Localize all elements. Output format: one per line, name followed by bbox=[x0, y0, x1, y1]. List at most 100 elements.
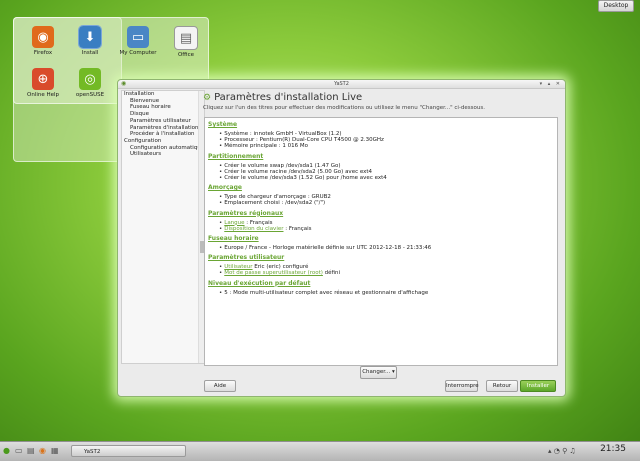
section-item-text: Mémoire principale : 1 016 Mo bbox=[224, 143, 308, 150]
bullet-icon: • bbox=[219, 200, 223, 207]
task-yast[interactable]: YaST2 bbox=[71, 445, 186, 457]
window-titlebar[interactable]: ◉ YaST2 ▾ ▴ ✕ bbox=[118, 80, 565, 89]
bullet-icon: • bbox=[219, 289, 223, 296]
desktop-icon-install[interactable]: ⬇ Install bbox=[70, 25, 110, 56]
lifebuoy-icon: ⊕ bbox=[32, 68, 54, 90]
computer-icon: ▭ bbox=[127, 26, 149, 48]
section-item: • Emplacement choisi : /dev/sda2 ("/") bbox=[205, 200, 557, 206]
sidebar-item[interactable]: Paramètres utilisateur bbox=[122, 118, 204, 125]
page-header: ⚙ Paramètres d'installation Live Cliquez … bbox=[203, 91, 553, 111]
sidebar-item[interactable]: Utilisateurs bbox=[122, 151, 204, 158]
section-item-text: Emplacement choisi : /dev/sda2 ("/") bbox=[224, 200, 326, 207]
firefox-icon: ◉ bbox=[32, 26, 54, 48]
bullet-icon: • bbox=[219, 225, 223, 232]
opensuse-icon: ◎ bbox=[79, 68, 101, 90]
sidebar-item[interactable]: Configuration automatique bbox=[122, 145, 204, 152]
bullet-icon: • bbox=[219, 143, 223, 150]
setting-link[interactable]: Mot de passe superutilisateur (root) bbox=[224, 270, 323, 276]
section-item: • Créer le volume /dev/sda3 (1.52 Go) pou… bbox=[205, 175, 557, 181]
steps-sidebar: Installation Bienvenue Fuseau horaire Disqu… bbox=[121, 90, 205, 364]
window-controls[interactable]: ▾ ▴ ✕ bbox=[540, 80, 562, 88]
install-icon: ⬇ bbox=[78, 25, 102, 49]
yast-icon: ◉ bbox=[121, 80, 127, 87]
bullet-icon: • bbox=[219, 219, 223, 226]
summary-section: Partitionnement • Créer le volume swap /de… bbox=[205, 153, 557, 182]
sidebar-item[interactable]: Configuration bbox=[122, 138, 204, 145]
section-item-text: défini bbox=[322, 270, 341, 277]
section-item-text: Europe / France - Horloge matérielle déf… bbox=[224, 245, 432, 252]
section-title-link[interactable]: Paramètres régionaux bbox=[208, 210, 557, 217]
section-item-text: Système : innotek GmbH - VirtualBox (1.2… bbox=[224, 131, 342, 137]
sidebar-item[interactable]: Disque bbox=[122, 111, 204, 118]
section-title-link[interactable]: Fuseau horaire bbox=[208, 235, 557, 242]
sidebar-item[interactable]: Installation bbox=[122, 91, 204, 98]
settings-icon: ⚙ bbox=[203, 93, 212, 103]
section-title-link[interactable]: Partitionnement bbox=[208, 153, 557, 160]
system-tray-icons[interactable]: ▴ ◔ ⚲ ♫ bbox=[548, 445, 576, 457]
summary-section: Fuseau horaire • Europe / France - Horloge… bbox=[205, 235, 557, 251]
help-button[interactable]: Aide bbox=[204, 380, 236, 392]
section-title-link[interactable]: Paramètres utilisateur bbox=[208, 254, 557, 261]
sidebar-item[interactable]: Procéder à l'installation bbox=[122, 131, 204, 138]
page-title: Paramètres d'installation Live bbox=[214, 92, 363, 103]
summary-section: Système • Système : innotek GmbH - Virtual… bbox=[205, 121, 557, 150]
section-title-link[interactable]: Système bbox=[208, 121, 557, 128]
desktop-icon-label: Office bbox=[177, 52, 195, 58]
bullet-icon: • bbox=[219, 270, 223, 277]
file-manager-icon[interactable]: ▤ bbox=[27, 445, 35, 457]
clock[interactable]: 21:35 bbox=[600, 444, 626, 454]
desktop-icon-online-help[interactable]: ⊕ Online Help bbox=[23, 68, 63, 98]
pager-icon[interactable]: ▦ bbox=[51, 445, 59, 457]
install-button[interactable]: Installer bbox=[520, 380, 556, 392]
section-item-text: Créer le volume /dev/sda3 (1.52 Go) pour… bbox=[224, 175, 387, 182]
setting-link[interactable]: Disposition du clavier bbox=[224, 226, 283, 232]
desktop-button[interactable]: Desktop bbox=[598, 0, 634, 12]
summary-section: Paramètres régionaux • Langue : Français • D… bbox=[205, 210, 557, 232]
sidebar-item[interactable]: Bienvenue bbox=[122, 98, 204, 105]
sidebar-item[interactable]: Fuseau horaire bbox=[122, 104, 204, 111]
section-item-text: Créer le volume swap /dev/sda1 (1.47 Go) bbox=[224, 162, 341, 169]
bullet-icon: • bbox=[219, 168, 223, 175]
desktop-icon-label: Online Help bbox=[26, 92, 60, 98]
summary-section: Paramètres utilisateur • Utilisateur Eric … bbox=[205, 254, 557, 276]
desktop-icon-firefox[interactable]: ◉ Firefox bbox=[23, 26, 63, 56]
taskbar: ● ▭ ▤ ◉ ▦ YaST2 ▴ ◔ ⚲ ♫ 21:35 bbox=[0, 441, 640, 461]
desktop-icon-my-computer[interactable]: ▭ My Computer bbox=[118, 26, 158, 56]
change-button-label: Changer... bbox=[362, 369, 391, 375]
document-icon: ▤ bbox=[174, 26, 198, 50]
bullet-icon: • bbox=[219, 194, 223, 201]
desktop-icon-label: Firefox bbox=[33, 50, 53, 56]
section-item-text: Type de chargeur d'amorçage : GRUB2 bbox=[224, 194, 331, 201]
abort-button[interactable]: Interrompre bbox=[445, 380, 479, 392]
section-item-text: : Français bbox=[244, 219, 273, 226]
desktop-icon-label: Install bbox=[81, 50, 99, 56]
chevron-down-icon: ▾ bbox=[392, 369, 395, 375]
section-item-text: 5 : Mode multi-utilisateur complet avec … bbox=[224, 289, 429, 296]
bullet-icon: • bbox=[219, 175, 223, 182]
show-desktop-icon[interactable]: ▭ bbox=[15, 445, 23, 457]
firefox-launcher-icon[interactable]: ◉ bbox=[39, 445, 46, 457]
section-item: • Europe / France - Horloge matérielle dé… bbox=[205, 245, 557, 251]
back-button[interactable]: Retour bbox=[486, 380, 518, 392]
section-title-link[interactable]: Amorçage bbox=[208, 184, 557, 191]
section-title-link[interactable]: Niveau d'exécution par défaut bbox=[208, 280, 557, 287]
section-item: • Mémoire principale : 1 016 Mo bbox=[205, 143, 557, 149]
overview-panel: Système • Système : innotek GmbH - Virtual… bbox=[204, 117, 558, 366]
setting-link[interactable]: Langue bbox=[224, 220, 244, 226]
page-subtitle: Cliquez sur l'un des titres pour effectu… bbox=[203, 105, 485, 111]
section-item-text: : Français bbox=[283, 225, 312, 232]
desktop-icon-opensuse[interactable]: ◎ openSUSE bbox=[70, 68, 110, 98]
window-title: YaST2 bbox=[334, 81, 349, 87]
summary-section: Niveau d'exécution par défaut • 5 : Mode m… bbox=[205, 280, 557, 296]
bullet-icon: • bbox=[219, 245, 223, 252]
section-item-text: Créer le volume racine /dev/sda2 (5.00 G… bbox=[224, 168, 373, 175]
bullet-icon: • bbox=[219, 162, 223, 169]
summary-section: Amorçage • Type de chargeur d'amorçage : G… bbox=[205, 184, 557, 206]
section-item: • Mot de passe superutilisateur (root) dé… bbox=[205, 270, 557, 276]
desktop-icon-office[interactable]: ▤ Office bbox=[166, 26, 206, 58]
start-menu-icon[interactable]: ● bbox=[3, 445, 10, 457]
desktop-icon-label: My Computer bbox=[119, 50, 157, 56]
desktop-icon-label: openSUSE bbox=[75, 92, 105, 98]
section-item: • Disposition du clavier : Français bbox=[205, 226, 557, 232]
change-button[interactable]: Changer... ▾ bbox=[360, 366, 397, 379]
